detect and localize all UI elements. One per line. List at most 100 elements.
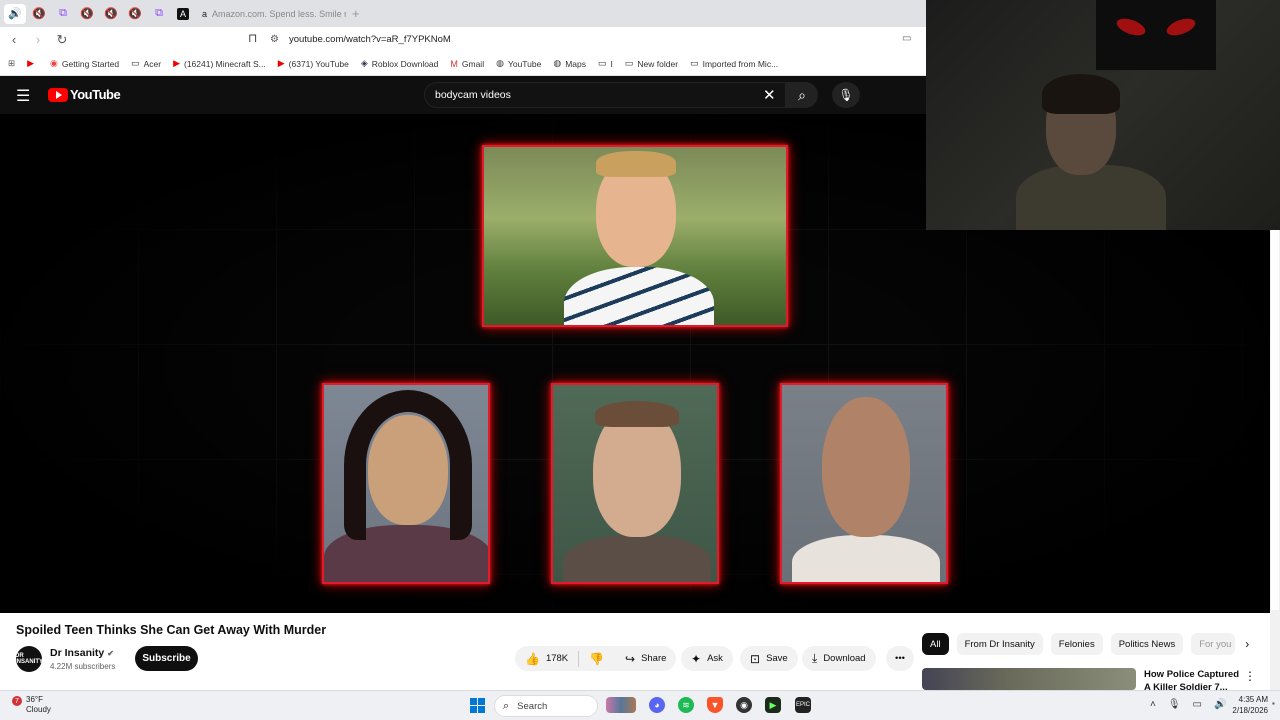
voice-search-button[interactable]: 🎙 xyxy=(832,82,860,108)
youtube-logo[interactable]: YouTube xyxy=(48,87,121,102)
chip-all[interactable]: All xyxy=(922,633,949,655)
tab-twitch-icon[interactable]: ⧉ xyxy=(148,4,170,24)
shirt xyxy=(792,535,940,582)
url-field[interactable]: ⚙ youtube.com/watch?v=aR_f7YPKNoM xyxy=(270,29,920,50)
system-tray: ˄ 🎙 ▭ 🔊 xyxy=(1150,699,1238,710)
bookmark-youtube-2[interactable]: ◍ YouTube xyxy=(496,58,541,69)
tab-amazon-label: Amazon.com. Spend less. Smile more xyxy=(212,8,346,19)
streamer-body xyxy=(1016,165,1166,230)
chip-felonies[interactable]: Felonies xyxy=(1050,633,1103,655)
search-button[interactable]: ⌕ xyxy=(786,82,818,108)
download-icon: ⤓ xyxy=(812,651,818,665)
channel-avatar[interactable]: DR INSANITY xyxy=(15,646,43,672)
more-vert-icon[interactable]: ⋮ xyxy=(1244,669,1256,683)
globe-icon: ◍ xyxy=(553,58,562,68)
recommendation-thumbnail[interactable] xyxy=(922,668,1136,690)
reload-icon[interactable]: ↻ xyxy=(52,32,72,48)
apps-icon[interactable]: ⊞ xyxy=(8,58,15,69)
discord-icon[interactable]: ◕ xyxy=(649,697,665,713)
mic-icon: 🎙 xyxy=(838,88,854,102)
tab-muted-icon[interactable]: 🔇 xyxy=(124,4,146,24)
bookmark-label: I xyxy=(610,58,613,69)
hair xyxy=(596,151,676,177)
sparkle-icon: ✦ xyxy=(691,651,702,666)
ask-button[interactable]: ✦ Ask xyxy=(681,646,733,671)
chevron-up-icon[interactable]: ˄ xyxy=(1150,699,1156,710)
poster xyxy=(1096,0,1216,70)
save-label: Save xyxy=(766,653,788,664)
cast-icon[interactable]: ▭ xyxy=(902,33,911,44)
bookmark-getting-started[interactable]: ◉ Getting Started xyxy=(50,58,119,69)
globe-icon: ◉ xyxy=(50,58,58,68)
tab-speaker-icon[interactable]: 🔊 xyxy=(4,3,26,24)
weather-condition: Cloudy xyxy=(26,705,51,714)
back-icon[interactable]: ‹ xyxy=(4,32,24,47)
scrollbar-thumb[interactable] xyxy=(1271,230,1279,610)
volume-icon[interactable]: 🔊 xyxy=(1214,699,1226,710)
clock[interactable]: 4:35 AM 2/18/2026 xyxy=(1228,694,1268,716)
share-button[interactable]: ↪ Share xyxy=(615,646,677,671)
clock-time: 4:35 AM xyxy=(1238,695,1268,704)
chip-from-channel[interactable]: From Dr Insanity xyxy=(956,633,1043,655)
share-icon: ↪ xyxy=(625,651,636,666)
widget-icon[interactable] xyxy=(606,697,636,713)
channel-name: Dr Insanity xyxy=(50,647,105,659)
bookmark-icon[interactable]: ⊓ xyxy=(248,31,257,45)
site-settings-icon[interactable]: ⚙ xyxy=(270,34,279,45)
bookmark-folder-i[interactable]: ▭ I xyxy=(598,58,613,69)
bookmark-minecraft[interactable]: ▶ (16241) Minecraft S... xyxy=(173,58,266,69)
bookmark-roblox[interactable]: ◈ Roblox Download xyxy=(361,58,439,69)
tab-muted-icon[interactable]: 🔇 xyxy=(28,4,50,24)
taskbar-search[interactable]: ⌕ Search xyxy=(494,695,598,717)
bookmark-label: Imported from Mic... xyxy=(702,58,779,69)
bookmark-label: YouTube xyxy=(507,58,542,69)
bookmark-youtube[interactable]: ▶ xyxy=(27,58,38,69)
network-icon[interactable]: ▭ xyxy=(1193,699,1202,710)
more-icon: ••• xyxy=(895,653,905,664)
chip-politics[interactable]: Politics News xyxy=(1110,633,1184,655)
channel-name-row[interactable]: Dr Insanity ✔ xyxy=(50,647,114,659)
bookmark-imported[interactable]: ▭ Imported from Mic... xyxy=(690,58,778,69)
like-icon[interactable]: 👍 xyxy=(525,652,540,666)
search-input[interactable]: bodycam videos xyxy=(424,82,786,108)
bookmark-maps[interactable]: ◍ Maps xyxy=(553,58,586,69)
save-button[interactable]: ⊡ Save xyxy=(740,646,798,671)
tab-app-icon[interactable]: A xyxy=(172,4,194,24)
folder-icon: ▭ xyxy=(690,58,699,68)
start-button[interactable] xyxy=(470,698,485,713)
bookmark-gmail[interactable]: M Gmail xyxy=(450,59,484,69)
notification-icon[interactable]: ▪ xyxy=(1272,699,1275,708)
bookmark-new-folder[interactable]: ▭ New folder xyxy=(625,58,678,69)
gmail-icon: M xyxy=(450,58,458,69)
epic-games-icon[interactable]: EPIC xyxy=(795,697,811,713)
forward-icon[interactable]: › xyxy=(28,32,48,47)
face xyxy=(822,397,910,537)
chrome-icon[interactable]: ◉ xyxy=(736,697,752,713)
tab-muted-icon[interactable]: 🔇 xyxy=(76,4,98,24)
subscribe-button[interactable]: Subscribe xyxy=(135,646,198,671)
recommendation-title[interactable]: How Police Captured A Killer Soldier 7..… xyxy=(1144,668,1244,690)
bookmark-youtube-6371[interactable]: ▶ (6371) YouTube xyxy=(278,58,349,69)
tab-muted-icon[interactable]: 🔇 xyxy=(100,4,122,24)
chip-for-you[interactable]: For you xyxy=(1191,633,1236,655)
share-label: Share xyxy=(641,653,667,664)
tab-twitch-icon[interactable]: ⧉ xyxy=(52,4,74,24)
more-actions-button[interactable]: ••• xyxy=(886,646,914,671)
like-count[interactable]: 178K xyxy=(546,653,568,664)
terminal-icon[interactable]: ▶ xyxy=(765,697,781,713)
save-icon: ⊡ xyxy=(750,651,761,666)
chevron-right-icon[interactable]: › xyxy=(1245,637,1249,651)
bookmark-acer[interactable]: ▭ Acer xyxy=(131,58,161,69)
brave-icon[interactable]: ▼ xyxy=(707,697,723,713)
page-scrollbar[interactable] xyxy=(1270,230,1280,690)
menu-icon[interactable]: ☰ xyxy=(16,86,30,106)
clear-search-icon[interactable]: ✕ xyxy=(763,86,776,104)
tab-amazon[interactable]: a Amazon.com. Spend less. Smile more xyxy=(196,4,346,24)
spotify-icon[interactable]: ≋ xyxy=(678,697,694,713)
download-button[interactable]: ⤓ Download xyxy=(802,646,876,671)
shirt xyxy=(564,267,714,325)
new-tab-button[interactable]: + xyxy=(352,6,360,21)
microphone-icon[interactable]: 🎙 xyxy=(1168,699,1181,710)
weather-widget[interactable]: 7 36°F Cloudy xyxy=(12,695,51,715)
dislike-icon[interactable]: 👎 xyxy=(589,652,604,666)
